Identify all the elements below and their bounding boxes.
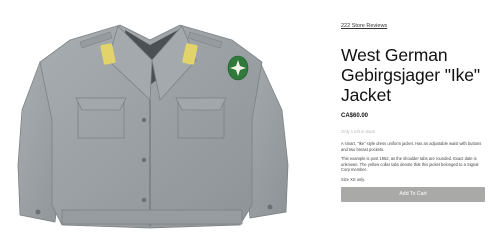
jacket-button [267,204,273,210]
product-price: CA$60.00 [341,113,369,119]
edelweiss-badge-icon [227,55,249,81]
jacket-button [35,209,41,215]
description-paragraph: Size XS only. [341,176,366,182]
product-info-panel: 222 Store Reviews West German Gebirgsjag… [341,14,486,202]
product-description: A smart, "Ike" style dress uniform jacke… [341,141,486,183]
store-reviews-link[interactable]: 222 Store Reviews [341,23,387,29]
jacket-button [141,117,147,123]
description-paragraph: A smart, "Ike" style dress uniform jacke… [341,141,482,152]
stock-status: Only 1 left in stock [341,129,376,134]
product-title: West German Gebirgsjager "Ike" Jacket [341,45,481,105]
description-paragraph: This example is post 1962, as the should… [341,156,479,173]
jacket-button [141,157,147,163]
jacket-illustration [17,24,289,229]
add-to-cart-button[interactable]: Add To Cart [341,186,485,202]
product-image [0,0,325,250]
jacket-button [141,197,147,203]
